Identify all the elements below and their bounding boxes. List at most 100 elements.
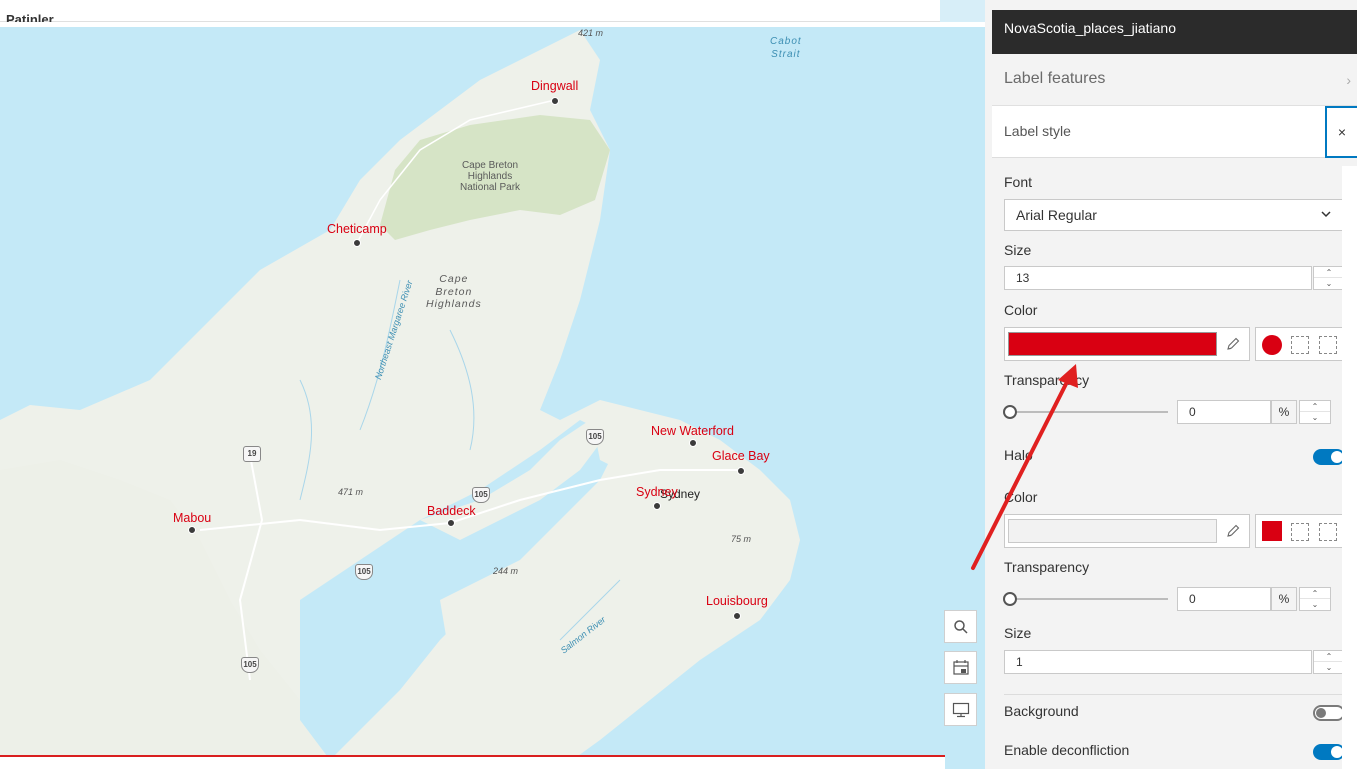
city-label-mabou: Mabou (173, 511, 212, 525)
highlands-label: Cape Breton Highlands (426, 273, 482, 310)
transparency-input[interactable]: 0 (1177, 400, 1271, 424)
properties-panel: NovaScotia_places_jiatiano Label feature… (985, 0, 1357, 769)
city-label-cheticamp: Cheticamp (327, 222, 387, 236)
city-label-baddeck: Baddeck (427, 504, 476, 518)
no-color-swatch[interactable] (1291, 523, 1309, 541)
route-shield: 19 (243, 446, 261, 462)
font-label: Font (1004, 174, 1033, 190)
halo-size-stepper[interactable]: ⌃ ⌄ (1313, 650, 1345, 674)
color-label: Color (1004, 302, 1038, 318)
text-color-picker[interactable] (1004, 327, 1250, 361)
map-view[interactable]: Patinler Dingwall Cheticamp New Waterfor… (0, 0, 985, 769)
route-shield: 105 (241, 657, 259, 673)
map-top-border (0, 22, 985, 27)
city-dot-sydney[interactable] (653, 502, 661, 510)
strait-label: Cabot Strait (770, 36, 802, 60)
chevron-up-icon[interactable]: ⌃ (1314, 267, 1344, 278)
background-toggle[interactable] (1313, 705, 1345, 721)
halo-transparency-label: Transparency (1004, 559, 1090, 575)
chevron-down-icon[interactable]: ⌄ (1314, 278, 1344, 289)
size-stepper[interactable]: ⌃ ⌄ (1313, 266, 1345, 290)
layer-title: NovaScotia_places_jiatiano (1004, 20, 1176, 36)
map-bottom-bar (0, 755, 945, 769)
elevation-label: 244 m (493, 566, 519, 576)
halo-color-preset[interactable] (1262, 521, 1282, 541)
panel-scroll-edge (1342, 166, 1357, 769)
chevron-down-icon (1321, 211, 1331, 218)
transparency-label: Transparency (1004, 372, 1090, 388)
city-dot-cheticamp[interactable] (353, 239, 361, 247)
transparency-stepper[interactable]: ⌃ ⌄ (1299, 400, 1331, 424)
chevron-down-icon[interactable]: ⌄ (1300, 412, 1330, 423)
transparency-input-value: 0 (1189, 405, 1196, 419)
elevation-label: 471 m (338, 487, 364, 497)
elevation-label: 75 m (731, 534, 752, 544)
map-search-button[interactable] (944, 610, 977, 643)
font-select[interactable]: Arial Regular (1004, 199, 1345, 231)
chevron-up-icon[interactable]: ⌃ (1314, 651, 1344, 662)
transparency-slider-thumb[interactable] (1003, 405, 1017, 419)
halo-color-tools (1255, 514, 1345, 548)
halo-transparency-input-value: 0 (1189, 592, 1196, 606)
city-label-glace-bay: Glace Bay (712, 449, 770, 463)
size-input-value: 13 (1016, 271, 1030, 285)
halo-toggle[interactable] (1313, 449, 1345, 465)
layer-date-icon (952, 659, 969, 675)
text-color-swatch[interactable] (1008, 332, 1217, 356)
text-color-preset[interactable] (1262, 335, 1282, 355)
chevron-up-icon[interactable]: ⌃ (1300, 588, 1330, 599)
map-strip-edge (940, 0, 985, 22)
no-color-swatch[interactable] (1319, 336, 1337, 354)
search-icon (953, 619, 968, 634)
halo-color-label: Color (1004, 489, 1038, 505)
city-dot-mabou[interactable] (188, 526, 196, 534)
map-fullscreen-button[interactable] (944, 693, 977, 726)
pencil-icon[interactable] (1225, 336, 1241, 352)
text-color-tools (1255, 327, 1345, 361)
pencil-icon[interactable] (1225, 523, 1241, 539)
chevron-down-icon[interactable]: ⌄ (1300, 599, 1330, 610)
city-dot-baddeck[interactable] (447, 519, 455, 527)
city-label-sydney: Sydney (636, 485, 678, 499)
halo-transparency-stepper[interactable]: ⌃ ⌄ (1299, 587, 1331, 611)
halo-color-picker[interactable] (1004, 514, 1250, 548)
city-label-louisbourg: Louisbourg (706, 594, 768, 608)
close-button[interactable]: × (1325, 106, 1357, 158)
halo-size-input[interactable]: 1 (1004, 650, 1312, 674)
map-layer-tool-button[interactable] (944, 651, 977, 684)
no-color-swatch[interactable] (1291, 336, 1309, 354)
city-dot-glace-bay[interactable] (737, 467, 745, 475)
halo-transparency-slider-track[interactable] (1010, 598, 1168, 600)
city-label-new-waterford: New Waterford (651, 424, 734, 438)
size-label: Size (1004, 242, 1032, 258)
chevron-up-icon[interactable]: ⌃ (1300, 401, 1330, 412)
label-style-header: Label style × (992, 106, 1357, 158)
transparency-slider-track[interactable] (1010, 411, 1168, 413)
halo-label: Halo (1004, 447, 1033, 463)
chevron-down-icon[interactable]: ⌄ (1314, 662, 1344, 673)
halo-transparency-input[interactable]: 0 (1177, 587, 1271, 611)
label-features-row[interactable]: Label features › (992, 54, 1357, 106)
size-input[interactable]: 13 (1004, 266, 1312, 290)
route-shield: 105 (355, 564, 373, 580)
deconfliction-toggle[interactable] (1313, 744, 1345, 760)
halo-size-input-value: 1 (1016, 655, 1023, 669)
map-title-strip: Patinler (0, 0, 940, 27)
label-features-text: Label features (1004, 70, 1106, 87)
label-style-title: Label style (1004, 123, 1071, 139)
deconfliction-label: Enable deconfliction (1004, 742, 1130, 758)
basemap (0, 0, 985, 769)
monitor-icon (952, 702, 969, 717)
city-dot-louisbourg[interactable] (733, 612, 741, 620)
halo-transparency-slider-thumb[interactable] (1003, 592, 1017, 606)
city-dot-dingwall[interactable] (551, 97, 559, 105)
city-dot-new-waterford[interactable] (689, 439, 697, 447)
background-label: Background (1004, 703, 1079, 719)
toggle-knob (1316, 708, 1326, 718)
halo-color-swatch[interactable] (1008, 519, 1217, 543)
route-shield: 105 (586, 429, 604, 445)
park-label: Cape Breton Highlands National Park (460, 160, 521, 193)
route-shield: 105 (472, 487, 490, 503)
no-color-swatch[interactable] (1319, 523, 1337, 541)
halo-size-label: Size (1004, 625, 1032, 641)
